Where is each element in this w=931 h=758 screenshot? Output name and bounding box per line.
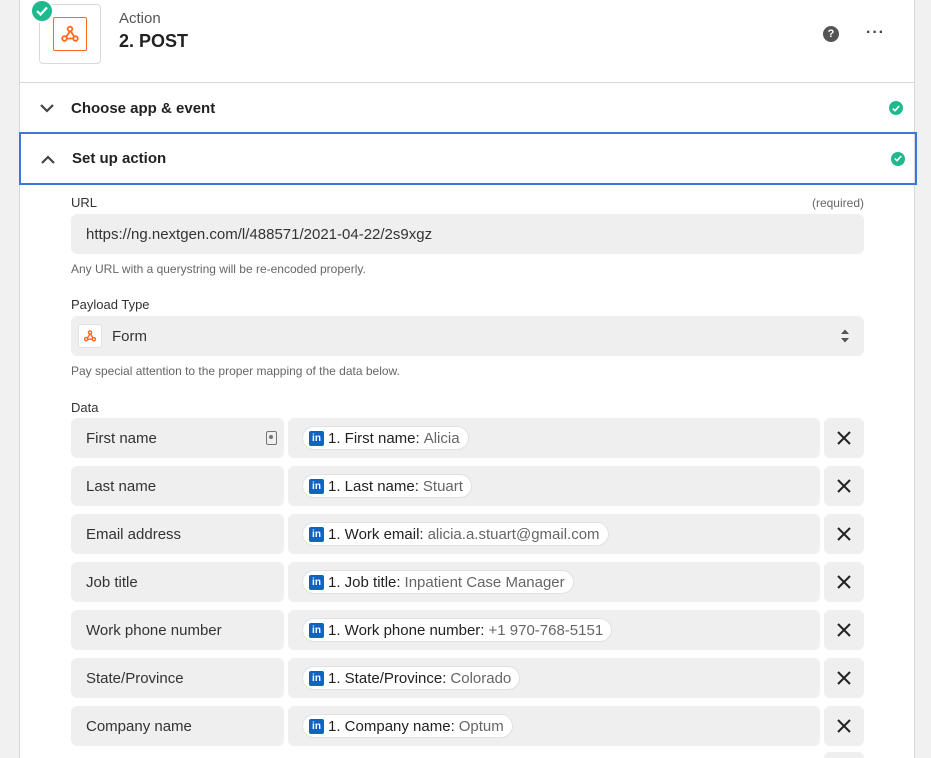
linkedin-icon: in [309,478,324,494]
remove-row-button[interactable] [824,514,864,554]
section-set-up-action[interactable]: Set up action [19,132,917,185]
mapped-field-pill[interactable]: in 1. First name: Alicia [302,426,469,450]
linkedin-icon: in [309,622,324,638]
field-name: 1. Job title: [328,573,401,591]
data-key-text: Work phone number [86,621,222,639]
ellipsis-icon[interactable]: ··· [866,24,885,42]
data-key-text: Last name [86,477,157,495]
field-value: Alicia [423,429,460,447]
remove-row-button[interactable] [824,706,864,746]
data-key-text: Job title [86,573,138,591]
remove-row-button[interactable] [824,610,864,650]
question-icon[interactable]: ? [823,26,839,42]
data-value-input[interactable]: in 1. First name: Alicia [288,418,820,458]
data-key-text: Company name [86,717,192,735]
data-key-input[interactable]: Email address [71,514,284,554]
section-label: Set up action [72,150,167,167]
contact-card-icon [266,431,277,445]
url-label: URL [71,195,98,210]
linkedin-icon: in [309,574,324,590]
data-key-text: State/Province [86,669,184,687]
data-key-input[interactable]: Work phone number [71,610,284,650]
remove-row-button[interactable] [824,562,864,602]
field-name: 1. State/Province: [328,669,447,687]
field-value: +1 970-768-5151 [488,621,604,639]
payload-type-select[interactable]: Form [71,316,864,356]
linkedin-icon: in [309,430,324,446]
data-key-input[interactable]: Company name [71,706,284,746]
field-name: 1. Company name: [328,717,455,735]
webhook-icon [78,324,102,348]
remove-row-button[interactable] [824,418,864,458]
data-value-input[interactable]: in 1. State/Province: Colorado [288,658,820,698]
section-choose-app-event[interactable]: Choose app & event [20,83,914,134]
step-header[interactable]: Action 2. POST ? ··· [20,0,914,83]
close-icon [837,671,851,685]
field-value: Inpatient Case Manager [404,573,565,591]
linkedin-icon: in [309,526,324,542]
close-icon [837,479,851,493]
field-name: 1. Last name: [328,477,419,495]
mapped-field-pill[interactable]: in 1. Work email: alicia.a.stuart@gmail.… [302,522,609,546]
check-circle-icon [889,101,903,115]
close-icon [837,575,851,589]
section-label: Choose app & event [71,99,216,117]
mapped-field-pill[interactable]: in 1. Last name: Stuart [302,474,472,498]
field-name: 1. Work email: [328,525,424,543]
mapped-field-pill[interactable]: in 1. Job title: Inpatient Case Manager [302,570,574,594]
data-value-input[interactable]: in 1. Work phone number: +1 970-768-5151 [288,610,820,650]
data-key-text: First name [86,429,157,447]
webhook-icon [53,17,87,51]
field-value: Optum [458,717,504,735]
data-key-text: Email address [86,525,182,543]
data-key-input[interactable]: Job title [71,562,284,602]
remove-row-button[interactable] [824,752,864,758]
data-key-input[interactable]: State/Province [71,658,284,698]
linkedin-icon: in [309,670,324,686]
payload-type-value: Form [112,327,147,345]
linkedin-icon: in [309,718,324,734]
mapped-field-pill[interactable]: in 1. Work phone number: +1 970-768-5151 [302,618,613,642]
step-panel: Action 2. POST ? ··· Choose app & event … [19,0,917,758]
chevron-down-icon [38,99,56,117]
field-name: 1. First name: [328,429,420,447]
close-icon [837,527,851,541]
data-value-input[interactable]: in 1. Job title: Inpatient Case Manager [288,562,820,602]
field-value: Stuart [422,477,463,495]
data-key-input[interactable]: First name [71,418,284,458]
url-value: https://ng.nextgen.com/l/488571/2021-04-… [86,225,433,243]
remove-row-button[interactable] [824,658,864,698]
close-icon [837,431,851,445]
mapped-field-pill[interactable]: in 1. State/Province: Colorado [302,666,521,690]
step-title[interactable]: 2. POST [119,31,188,52]
data-key-input[interactable]: Last name [71,466,284,506]
data-value-input[interactable]: in 1. Last name: Stuart [288,466,820,506]
url-hint: Any URL with a querystring will be re-en… [71,262,366,276]
remove-row-button[interactable] [824,466,864,506]
step-type-label: Action [119,10,161,27]
data-value-input[interactable]: in 1. Work email: alicia.a.stuart@gmail.… [288,514,820,554]
payload-type-label: Payload Type [71,297,150,312]
chevron-up-icon [39,150,57,168]
field-name: 1. Work phone number: [328,621,485,639]
select-arrows-icon [840,328,850,344]
data-value-input[interactable]: in 1. Company name: Optum [288,706,820,746]
mapped-field-pill[interactable]: in 1. Company name: Optum [302,714,513,738]
url-input[interactable]: https://ng.nextgen.com/l/488571/2021-04-… [71,214,864,254]
check-circle-icon [891,151,905,166]
data-label: Data [71,400,99,415]
required-indicator: (required) [811,196,864,210]
close-icon [837,623,851,637]
field-value: alicia.a.stuart@gmail.com [427,525,600,543]
payload-hint: Pay special attention to the proper mapp… [71,364,400,378]
close-icon [837,719,851,733]
field-value: Colorado [450,669,512,687]
step-complete-check-icon [30,0,54,23]
